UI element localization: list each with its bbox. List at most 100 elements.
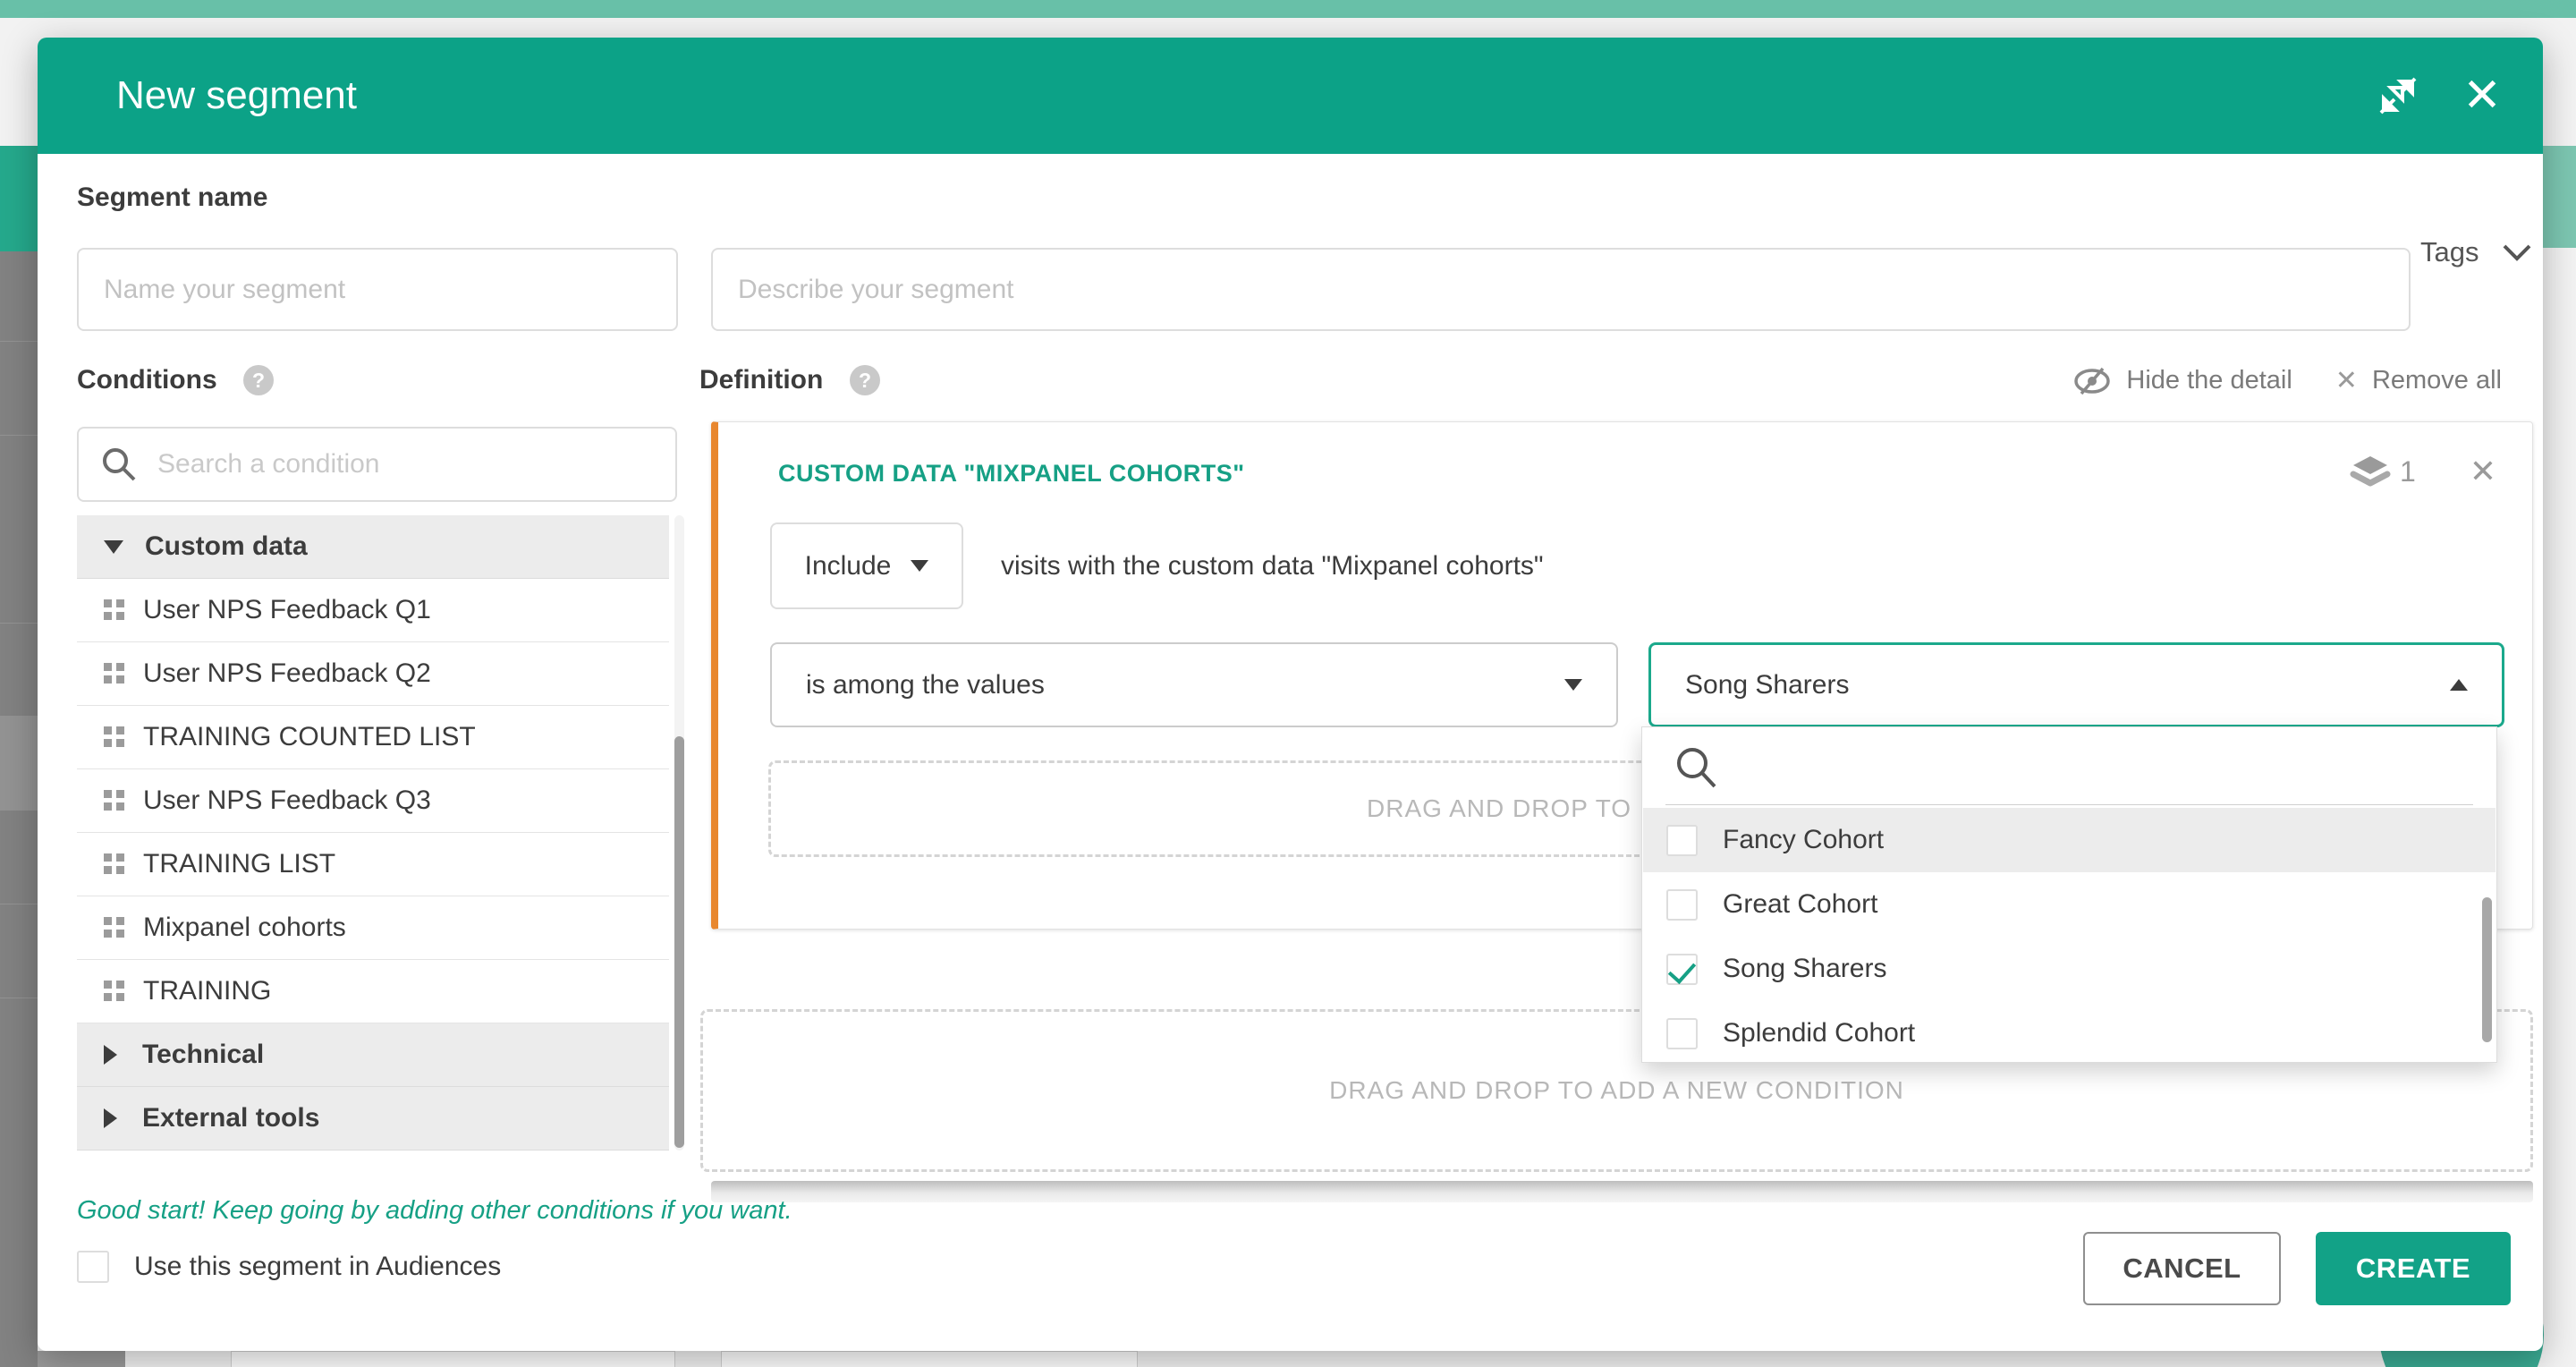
hide-detail-button[interactable]: Hide the detail — [2072, 366, 2292, 395]
new-segment-modal: New segment ✕ Segment name Tags — [38, 38, 2543, 1351]
value-dropdown[interactable]: Song Sharers — [1648, 642, 2504, 727]
drag-handle-icon — [104, 599, 125, 621]
caret-up-icon — [2450, 679, 2468, 691]
value-label: Song Sharers — [1685, 670, 1849, 700]
condition-item-label: TRAINING LIST — [143, 849, 335, 879]
checkbox-unchecked[interactable] — [1666, 825, 1698, 856]
remove-all-label: Remove all — [2372, 366, 2502, 395]
drag-handle-icon — [104, 726, 125, 748]
group-label: External tools — [142, 1103, 319, 1134]
condition-item[interactable]: TRAINING — [77, 960, 669, 1023]
remove-all-x-icon: ✕ — [2335, 365, 2358, 396]
condition-close-icon[interactable]: ✕ — [2470, 453, 2496, 490]
search-icon — [100, 446, 138, 483]
caret-down-icon — [911, 560, 928, 572]
checkbox-unchecked[interactable] — [1666, 889, 1698, 921]
eye-slash-icon — [2072, 367, 2112, 395]
background-sidebar — [0, 251, 38, 1367]
triangle-down-icon — [104, 540, 123, 554]
cancel-button[interactable]: CANCEL — [2083, 1232, 2281, 1305]
hide-detail-label: Hide the detail — [2126, 366, 2292, 395]
condition-item[interactable]: User NPS Feedback Q3 — [77, 769, 669, 833]
tags-label: Tags — [2420, 236, 2479, 268]
condition-search-box — [77, 427, 677, 502]
triangle-right-icon — [104, 1108, 117, 1128]
search-icon — [1673, 743, 1723, 794]
value-dropdown-panel: Fancy Cohort Great Cohort Song Sharers S… — [1641, 726, 2497, 1063]
layers-icon — [2350, 451, 2391, 492]
modal-header: New segment ✕ — [38, 38, 2543, 154]
tags-dropdown[interactable]: Tags — [2420, 210, 2532, 293]
conditions-label: Conditions — [77, 365, 217, 395]
option-fancy-cohort[interactable]: Fancy Cohort — [1643, 808, 2496, 872]
condition-item-label: TRAINING COUNTED LIST — [143, 722, 476, 752]
drag-handle-icon — [104, 663, 125, 684]
drag-handle-icon — [104, 790, 125, 811]
audiences-checkbox[interactable] — [77, 1251, 109, 1283]
include-dropdown[interactable]: Include — [770, 522, 963, 609]
definition-label: Definition — [699, 365, 823, 395]
definition-help-icon[interactable]: ? — [850, 365, 880, 395]
condition-item[interactable]: User NPS Feedback Q1 — [77, 579, 669, 642]
background-top-bar — [0, 0, 2576, 18]
operator-label: is among the values — [806, 670, 1045, 700]
hint-text: Good start! Keep going by adding other c… — [77, 1196, 792, 1226]
segment-name-label: Segment name — [77, 183, 267, 213]
background-card-edge — [721, 1351, 1138, 1367]
background-header-band-right — [2543, 146, 2576, 248]
modal-title: New segment — [116, 73, 357, 118]
option-label: Splendid Cohort — [1723, 1018, 1915, 1049]
background-header-band-left — [0, 146, 38, 251]
condition-card-title: CUSTOM DATA "MIXPANEL COHORTS" — [778, 460, 1245, 488]
condition-item[interactable]: TRAINING COUNTED LIST — [77, 706, 669, 769]
segment-description-input[interactable] — [711, 248, 2411, 331]
layers-counter[interactable]: 1 — [2350, 451, 2416, 492]
checkbox-checked[interactable] — [1666, 954, 1698, 985]
collapse-icon[interactable] — [2377, 74, 2419, 117]
conditions-scrollbar-thumb[interactable] — [674, 736, 684, 1148]
checkbox-unchecked[interactable] — [1666, 1018, 1698, 1049]
condition-item-label: TRAINING — [143, 976, 271, 1006]
drag-handle-icon — [104, 853, 125, 875]
option-splendid-cohort[interactable]: Splendid Cohort — [1643, 1001, 2496, 1066]
option-song-sharers[interactable]: Song Sharers — [1643, 937, 2496, 1001]
include-label: Include — [805, 551, 892, 582]
triangle-right-icon — [104, 1045, 117, 1065]
condition-item-label: Mixpanel cohorts — [143, 913, 346, 943]
condition-search-input[interactable] — [157, 449, 654, 480]
condition-item-label: User NPS Feedback Q3 — [143, 785, 431, 816]
drag-handle-icon — [104, 917, 125, 938]
condition-item-label: User NPS Feedback Q1 — [143, 595, 431, 625]
create-button[interactable]: CREATE — [2316, 1232, 2511, 1305]
segment-name-input[interactable] — [77, 248, 678, 331]
layers-count: 1 — [2400, 455, 2416, 488]
option-label: Fancy Cohort — [1723, 825, 1884, 855]
caret-down-icon — [1564, 679, 1582, 691]
dropdown-scrollbar-thumb[interactable] — [2482, 897, 2492, 1042]
new-condition-drop-zone-label: DRAG AND DROP TO ADD A NEW CONDITION — [1329, 1076, 1904, 1105]
drag-handle-icon — [104, 981, 125, 1002]
condition-item[interactable]: User NPS Feedback Q2 — [77, 642, 669, 706]
group-technical[interactable]: Technical — [77, 1023, 669, 1087]
option-label: Song Sharers — [1723, 954, 1886, 984]
audiences-label: Use this segment in Audiences — [134, 1252, 501, 1282]
operator-dropdown[interactable]: is among the values — [770, 642, 1618, 727]
option-great-cohort[interactable]: Great Cohort — [1643, 872, 2496, 937]
conditions-list: Custom data User NPS Feedback Q1 User NP… — [77, 515, 669, 1150]
group-external-tools[interactable]: External tools — [77, 1087, 669, 1150]
group-custom-data[interactable]: Custom data — [77, 515, 669, 579]
condition-item[interactable]: Mixpanel cohorts — [77, 896, 669, 960]
divider — [1665, 804, 2473, 805]
group-label: Custom data — [145, 531, 308, 562]
horizontal-scrollbar[interactable] — [711, 1181, 2533, 1202]
condition-item-label: User NPS Feedback Q2 — [143, 658, 431, 689]
condition-item[interactable]: TRAINING LIST — [77, 833, 669, 896]
background-panel-edge — [38, 1351, 125, 1367]
remove-all-button[interactable]: ✕ Remove all — [2335, 365, 2502, 396]
close-icon[interactable]: ✕ — [2461, 74, 2504, 117]
option-label: Great Cohort — [1723, 889, 1877, 920]
chevron-down-icon — [2502, 243, 2532, 261]
condition-description: visits with the custom data "Mixpanel co… — [1001, 522, 1544, 609]
conditions-help-icon[interactable]: ? — [243, 365, 274, 395]
group-label: Technical — [142, 1040, 264, 1070]
